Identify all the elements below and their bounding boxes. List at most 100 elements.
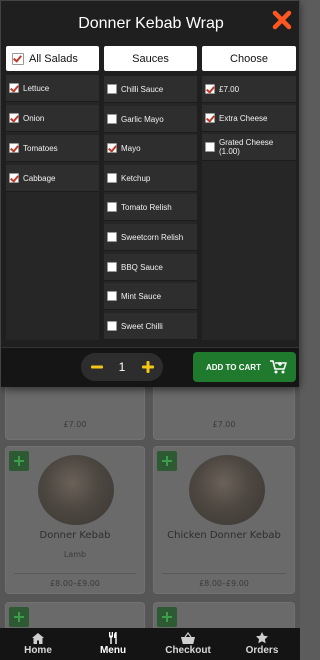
plus-icon xyxy=(14,612,24,622)
add-item-button[interactable] xyxy=(9,451,29,471)
column-header-choose: Choose xyxy=(202,46,296,71)
option-onion[interactable]: Onion xyxy=(6,105,99,132)
add-item-button[interactable] xyxy=(157,451,177,471)
column-header-label: Sauces xyxy=(132,52,169,65)
divider xyxy=(162,573,286,574)
option-grated-cheese[interactable]: Grated Cheese (1.00) xyxy=(202,134,296,161)
option-bbq-sauce[interactable]: BBQ Sauce xyxy=(104,254,197,281)
option-garlic-mayo[interactable]: Garlic Mayo xyxy=(104,106,197,133)
nav-orders[interactable]: Orders xyxy=(232,628,292,660)
minus-icon xyxy=(91,365,103,369)
add-item-button[interactable] xyxy=(9,607,29,627)
divider xyxy=(14,573,136,574)
basket-icon xyxy=(181,632,195,644)
option-label: Tomatoes xyxy=(23,143,58,153)
nav-menu[interactable]: Menu xyxy=(83,628,143,660)
option-checkbox[interactable] xyxy=(9,143,19,153)
close-icon[interactable] xyxy=(271,9,293,31)
menu-card[interactable]: £7.00 xyxy=(5,385,145,440)
option-checkbox[interactable] xyxy=(107,84,117,94)
option-checkbox[interactable] xyxy=(107,262,117,272)
quantity-value: 1 xyxy=(118,360,126,374)
option-checkbox[interactable] xyxy=(107,202,117,212)
nav-label: Orders xyxy=(245,645,279,656)
nav-home[interactable]: Home xyxy=(8,628,68,660)
column-header-label: Choose xyxy=(230,52,268,65)
option-ketchup[interactable]: Ketchup xyxy=(104,165,197,192)
option-tomato-relish[interactable]: Tomato Relish xyxy=(104,194,197,221)
option-checkbox[interactable] xyxy=(107,143,117,153)
option-checkbox[interactable] xyxy=(107,114,117,124)
increase-quantity-button[interactable] xyxy=(136,353,160,381)
plus-icon xyxy=(162,612,172,622)
option-label: Chilli Sauce xyxy=(121,84,164,94)
option-checkbox[interactable] xyxy=(205,113,215,123)
home-icon xyxy=(32,632,44,644)
food-image xyxy=(38,455,114,525)
cutlery-icon xyxy=(109,632,117,644)
card-price: £7.00 xyxy=(212,420,236,429)
option-cabbage[interactable]: Cabbage xyxy=(6,165,99,192)
nav-label: Checkout xyxy=(165,645,211,656)
option-label: Sweet Chilli xyxy=(121,321,163,331)
card-name: Chicken Donner Kebab xyxy=(167,530,281,541)
card-price: £7.00 xyxy=(63,420,87,429)
menu-card[interactable]: £7.00 xyxy=(153,385,295,440)
option-checkbox[interactable] xyxy=(107,321,117,331)
add-to-cart-label: ADD TO CART xyxy=(206,362,261,372)
card-subtitle: Lamb xyxy=(63,550,87,559)
decrease-quantity-button[interactable] xyxy=(85,353,109,381)
quantity-stepper: 1 xyxy=(81,353,163,381)
all-salads-checkbox[interactable] xyxy=(12,52,24,65)
option-label: Sweetcorn Relish xyxy=(121,232,184,242)
option-label: Grated Cheese (1.00) xyxy=(219,138,274,156)
nav-label: Menu xyxy=(99,645,127,656)
option-mint-sauce[interactable]: Mint Sauce xyxy=(104,283,197,310)
option-checkbox[interactable] xyxy=(107,291,117,301)
option-label: Garlic Mayo xyxy=(121,114,164,124)
option-checkbox[interactable] xyxy=(9,83,19,93)
option-checkbox[interactable] xyxy=(205,142,215,152)
item-options-modal: Donner Kebab Wrap All Salads Sauces Choo… xyxy=(0,0,300,387)
plus-icon xyxy=(14,456,24,466)
option-tomatoes[interactable]: Tomatoes xyxy=(6,135,99,162)
option-label: Onion xyxy=(23,113,45,123)
option-label: Ketchup xyxy=(121,173,151,183)
option-mayo[interactable]: Mayo xyxy=(104,135,197,162)
option-checkbox[interactable] xyxy=(107,173,117,183)
option-sweet-chilli[interactable]: Sweet Chilli xyxy=(104,313,197,340)
option-label: Mayo xyxy=(121,143,141,153)
plus-icon xyxy=(162,456,172,466)
plus-icon xyxy=(142,361,154,373)
menu-card-donner-kebab[interactable]: Donner Kebab Lamb £8.00–£9.00 xyxy=(5,446,145,594)
option-checkbox[interactable] xyxy=(205,84,215,94)
option-label: Tomato Relish xyxy=(121,202,172,212)
menu-card-chicken-donner-kebab[interactable]: Chicken Donner Kebab £8.00–£9.00 xyxy=(153,446,295,594)
option-checkbox[interactable] xyxy=(107,232,117,242)
all-salads-toggle[interactable]: All Salads xyxy=(6,46,99,71)
add-to-cart-button[interactable]: ADD TO CART xyxy=(193,352,296,382)
option-price-7[interactable]: £7.00 xyxy=(202,76,296,103)
bottom-nav: Home Menu Checkout Orders xyxy=(0,628,300,660)
option-lettuce[interactable]: Lettuce xyxy=(6,75,99,102)
column-header-sauces: Sauces xyxy=(104,46,197,71)
modal-title: Donner Kebab Wrap xyxy=(78,15,224,32)
option-sweetcorn-relish[interactable]: Sweetcorn Relish xyxy=(104,224,197,251)
star-icon xyxy=(256,632,268,644)
option-label: Mint Sauce xyxy=(121,291,162,301)
option-checkbox[interactable] xyxy=(9,113,19,123)
option-label: £7.00 xyxy=(219,84,240,94)
option-extra-cheese[interactable]: Extra Cheese xyxy=(202,105,296,132)
nav-label: Home xyxy=(24,644,52,656)
nav-checkout[interactable]: Checkout xyxy=(158,628,218,660)
card-name: Donner Kebab xyxy=(39,530,111,541)
card-price: £8.00–£9.00 xyxy=(199,579,249,588)
option-label: Lettuce xyxy=(23,83,50,93)
cart-icon xyxy=(269,360,287,374)
add-item-button[interactable] xyxy=(157,607,177,627)
column-header-label: All Salads xyxy=(29,52,78,65)
option-checkbox[interactable] xyxy=(9,173,19,183)
option-chilli-sauce[interactable]: Chilli Sauce xyxy=(104,76,197,103)
option-label: Cabbage xyxy=(23,173,56,183)
food-image xyxy=(189,455,265,525)
